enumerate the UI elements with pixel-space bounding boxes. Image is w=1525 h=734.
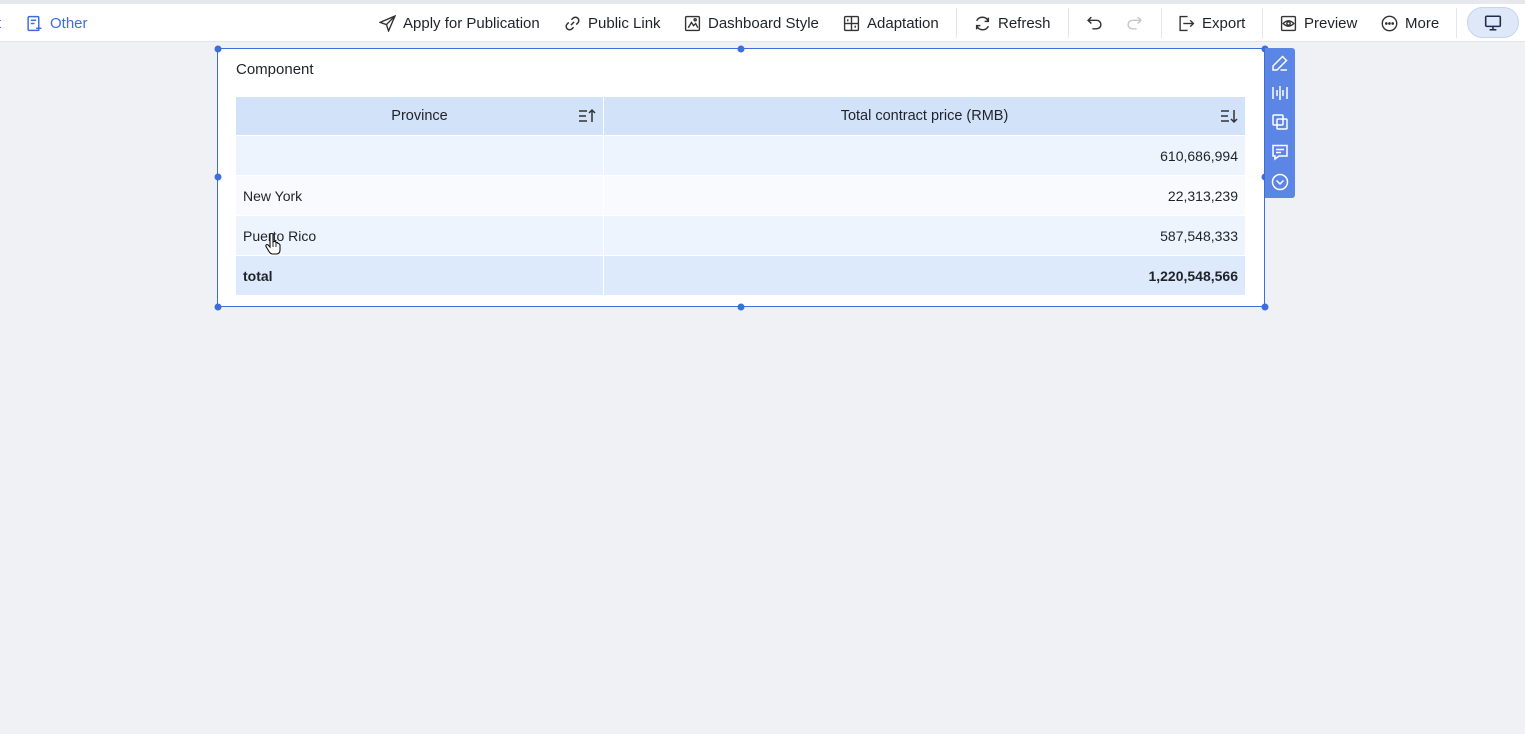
resize-handle-bottom-left[interactable] [214, 303, 222, 311]
dashboard-style-button[interactable]: Dashboard Style [684, 4, 819, 42]
other-button[interactable]: Other [26, 4, 88, 42]
table-component[interactable]: Component Province Total contract price … [214, 45, 1269, 311]
top-toolbar: t Other Apply for Publication Public Lin… [0, 4, 1525, 42]
table-row[interactable]: Puerto Rico 587,548,333 [236, 215, 1246, 255]
resize-handle-left[interactable] [214, 173, 222, 181]
sort-icon[interactable] [1220, 108, 1238, 124]
refresh-icon [975, 16, 990, 30]
resize-handle-bottom-right[interactable] [1261, 303, 1269, 311]
province-cell: New York [236, 176, 604, 215]
table-total-row: total 1,220,548,566 [236, 255, 1246, 295]
preview-label: Preview [1304, 14, 1358, 32]
toolbar-separator [1262, 8, 1263, 38]
paper-plane-icon [379, 14, 396, 32]
public-link-button[interactable]: Public Link [564, 4, 661, 42]
total-label: total [236, 256, 604, 295]
device-toggle-button[interactable] [1467, 7, 1519, 38]
adaptation-button[interactable]: Adaptation [843, 4, 939, 42]
link-icon [565, 15, 580, 31]
redo-icon [1127, 16, 1142, 30]
price-cell: 587,548,333 [604, 216, 1246, 255]
more-label: More [1405, 14, 1440, 32]
header-total-contract-price[interactable]: Total contract price (RMB) [604, 97, 1246, 135]
form-plus-icon [27, 15, 42, 31]
edit-button[interactable] [1270, 53, 1290, 73]
grid-icon [843, 15, 860, 31]
province-cell [236, 136, 604, 175]
hand-cursor-icon [264, 232, 282, 256]
undo-icon [1087, 16, 1102, 30]
price-cell: 610,686,994 [604, 136, 1246, 175]
province-cell: Puerto Rico [236, 216, 604, 255]
more-button[interactable]: More [1381, 4, 1439, 42]
component-title: Component [236, 61, 314, 78]
resize-handle-top[interactable] [737, 45, 745, 53]
component-side-toolbar [1265, 48, 1295, 198]
apply-publication-label: Apply for Publication [403, 14, 540, 32]
total-price: 1,220,548,566 [604, 256, 1246, 295]
copy-icon [1272, 114, 1288, 130]
more-options-button[interactable] [1270, 172, 1290, 192]
bars-icon [1272, 86, 1288, 100]
resize-handle-bottom[interactable] [737, 303, 745, 311]
toolbar-separator [1456, 8, 1457, 38]
toolbar-separator [1161, 8, 1162, 38]
export-icon [1179, 15, 1195, 31]
copy-button[interactable] [1270, 112, 1290, 132]
public-link-label: Public Link [588, 14, 661, 32]
price-cell: 22,313,239 [604, 176, 1246, 215]
resize-handle-top-left[interactable] [214, 45, 222, 53]
preview-button[interactable]: Preview [1280, 4, 1357, 42]
refresh-button[interactable]: Refresh [974, 4, 1051, 42]
redo-button[interactable] [1126, 4, 1143, 42]
chevron-down-circle-icon [1271, 173, 1289, 191]
other-label: Other [50, 14, 88, 32]
undo-button[interactable] [1086, 4, 1103, 42]
chart-type-button[interactable] [1270, 83, 1290, 103]
sort-ascending-icon[interactable] [578, 108, 596, 124]
dashboard-style-label: Dashboard Style [708, 14, 819, 32]
comment-button[interactable] [1270, 142, 1290, 162]
palette-icon [684, 15, 701, 31]
comment-icon [1272, 144, 1288, 161]
table-row[interactable]: 610,686,994 [236, 135, 1246, 175]
export-label: Export [1202, 14, 1246, 32]
eye-icon [1280, 15, 1297, 31]
adaptation-label: Adaptation [867, 14, 939, 32]
apply-publication-button[interactable]: Apply for Publication [379, 4, 540, 42]
toolbar-separator [956, 8, 957, 38]
monitor-icon [1484, 14, 1502, 31]
toolbar-separator [1068, 8, 1069, 38]
export-button[interactable]: Export [1178, 4, 1245, 42]
toolbar-left-fragment[interactable]: t [0, 4, 1, 42]
table-row[interactable]: New York 22,313,239 [236, 175, 1246, 215]
data-table: Province Total contract price (RMB) 610,… [236, 97, 1246, 295]
table-header-row: Province Total contract price (RMB) [236, 97, 1246, 135]
pencil-icon [1272, 55, 1288, 71]
more-circle-icon [1381, 15, 1398, 31]
refresh-label: Refresh [998, 14, 1051, 32]
header-province[interactable]: Province [236, 97, 604, 135]
